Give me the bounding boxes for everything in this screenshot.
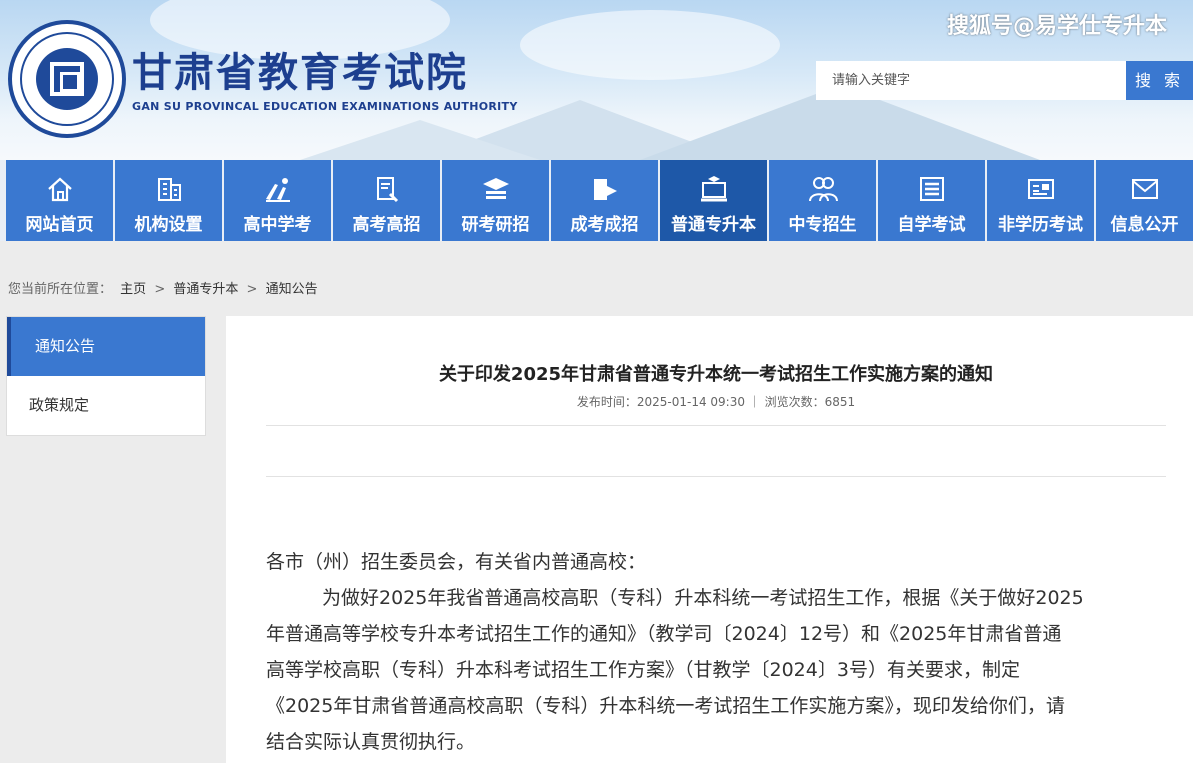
nav-label: 网站首页 [25, 215, 94, 235]
nav-label: 中专招生 [788, 215, 857, 235]
site-logo[interactable] [8, 20, 126, 138]
home-icon [47, 177, 72, 202]
article-paragraph-line: 高等学校高职（专科）升本科考试招生工作方案》（甘教学〔2024〕3号）有关要求，… [266, 659, 1020, 681]
breadcrumb-home-link[interactable]: 主页 [120, 282, 146, 297]
site-subtitle: GAN SU PROVINCAL EDUCATION EXAMINATIONS … [132, 100, 518, 113]
logo-emblem [36, 48, 98, 110]
divider [266, 476, 1166, 477]
breadcrumb-current-link[interactable]: 通知公告 [266, 282, 318, 297]
article-meta: 发布时间：2025-01-14 09:30 ｜ 浏览次数：6851 [576, 395, 856, 409]
breadcrumb-section-link[interactable]: 普通专升本 [173, 282, 238, 297]
nav-item-upgrade-exam[interactable]: 普通专升本 [660, 160, 767, 241]
nav-label: 高中学考 [243, 215, 312, 235]
nav-item-public-info[interactable]: 信息公开 [1096, 160, 1193, 241]
nav-label: 机构设置 [134, 215, 203, 235]
divider [266, 425, 1166, 426]
logo-glyph-icon [50, 62, 84, 96]
document-pen-icon [376, 177, 398, 203]
sidebar-item-notices[interactable]: 通知公告 [7, 317, 205, 376]
nav-item-postgraduate[interactable]: 研考研招 [442, 160, 549, 241]
mail-icon [1131, 179, 1158, 199]
article-salutation: 各市（州）招生委员会，有关省内普通高校： [266, 551, 647, 573]
nav-item-home[interactable]: 网站首页 [6, 160, 113, 241]
sidebar-item-policies[interactable]: 政策规定 [7, 376, 205, 435]
computer-cap-icon [700, 176, 727, 202]
id-card-icon [1027, 179, 1054, 199]
nav-item-organization[interactable]: 机构设置 [115, 160, 222, 241]
breadcrumb: 您当前所在位置： 主页 > 普通专升本 > 通知公告 [8, 278, 322, 297]
book-pen-icon [593, 179, 617, 200]
article-paragraph-line: 结合实际认真贯彻执行。 [266, 731, 476, 753]
books-icon [265, 178, 290, 202]
cloud-decoration [520, 10, 780, 80]
site-header: 甘肃省教育考试院 GAN SU PROVINCAL EDUCATION EXAM… [0, 0, 1193, 160]
nav-label: 自学考试 [897, 215, 966, 235]
nav-item-high-school-exam[interactable]: 高中学考 [224, 160, 331, 241]
article-paragraph-line: 年普通高等学校专升本考试招生工作的通知》（教学司〔2024〕12号）和《2025… [266, 623, 1062, 645]
nav-label: 非学历考试 [998, 215, 1083, 235]
nav-label: 高考高招 [352, 215, 421, 235]
site-title: 甘肃省教育考试院 [132, 49, 468, 96]
breadcrumb-prefix: 您当前所在位置： [8, 282, 113, 297]
sidebar: 通知公告 政策规定 [6, 316, 206, 436]
nav-label: 信息公开 [1110, 215, 1179, 235]
breadcrumb-separator: > [246, 282, 258, 297]
graduation-cap-icon [482, 178, 509, 199]
people-icon [808, 177, 838, 202]
nav-item-adult-exam[interactable]: 成考成招 [551, 160, 658, 241]
search-button[interactable]: 搜 索 [1126, 61, 1193, 100]
nav-label: 研考研招 [461, 215, 530, 235]
article-panel: 关于印发2025年甘肃省普通专升本统一考试招生工作实施方案的通知 发布时间：20… [226, 316, 1193, 763]
article-title: 关于印发2025年甘肃省普通专升本统一考试招生工作实施方案的通知 [438, 364, 994, 385]
nav-item-non-degree[interactable]: 非学历考试 [987, 160, 1094, 241]
article-paragraph-line: 《2025年甘肃省普通高校高职（专科）升本科统一考试招生工作实施方案》，现印发给… [266, 695, 1065, 717]
nav-item-gaokao[interactable]: 高考高招 [333, 160, 440, 241]
nav-item-vocational[interactable]: 中专招生 [769, 160, 876, 241]
nav-label: 普通专升本 [671, 215, 756, 235]
notebook-icon [919, 177, 944, 201]
mountain-decoration [300, 120, 540, 160]
article-paragraph-line: 为做好2025年我省普通高校高职（专科）升本科统一考试招生工作，根据《关于做好2… [322, 587, 1084, 609]
building-icon [157, 178, 181, 201]
breadcrumb-separator: > [154, 282, 166, 297]
watermark: 搜狐号@易学仕专升本 [946, 14, 1167, 39]
search-input[interactable] [816, 61, 1126, 100]
nav-label: 成考成招 [570, 215, 639, 235]
nav-item-self-study[interactable]: 自学考试 [878, 160, 985, 241]
main-nav: 网站首页 机构设置 高中学考 高考高招 研考研招 成考成招 普通专升本 中专招生… [0, 160, 1193, 241]
